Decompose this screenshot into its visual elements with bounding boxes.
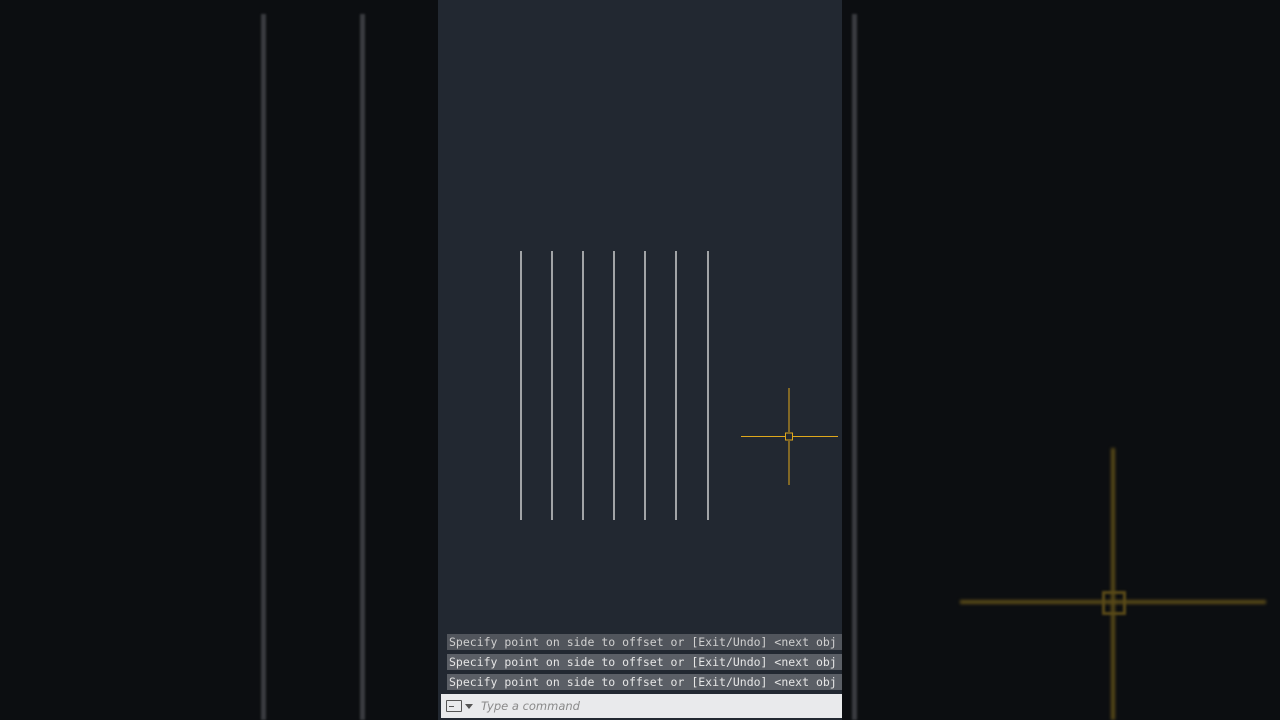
command-history-line: Specify point on side to offset or [Exit… bbox=[447, 634, 842, 650]
drawing-canvas[interactable] bbox=[438, 0, 842, 720]
blurred-line bbox=[852, 14, 857, 720]
command-input[interactable] bbox=[481, 699, 842, 713]
command-line bbox=[441, 694, 842, 718]
drawing-viewport[interactable]: Specify point on side to offset or [Exit… bbox=[438, 0, 842, 720]
blurred-line bbox=[360, 14, 365, 720]
command-history-line: Specify point on side to offset or [Exit… bbox=[447, 674, 842, 690]
blurred-line bbox=[261, 14, 266, 720]
command-history: Specify point on side to offset or [Exit… bbox=[447, 634, 842, 694]
command-history-line: Specify point on side to offset or [Exit… bbox=[447, 654, 842, 670]
offset-lines bbox=[520, 251, 709, 520]
blurred-crosshair-vertical bbox=[1111, 448, 1115, 720]
crosshair-cursor-icon bbox=[741, 388, 838, 485]
blurred-background-left bbox=[0, 0, 438, 720]
blurred-crosshair-box bbox=[1102, 591, 1126, 615]
command-line-icon[interactable] bbox=[446, 700, 462, 712]
chevron-down-icon[interactable] bbox=[465, 703, 473, 709]
blurred-background-right bbox=[842, 0, 1280, 720]
